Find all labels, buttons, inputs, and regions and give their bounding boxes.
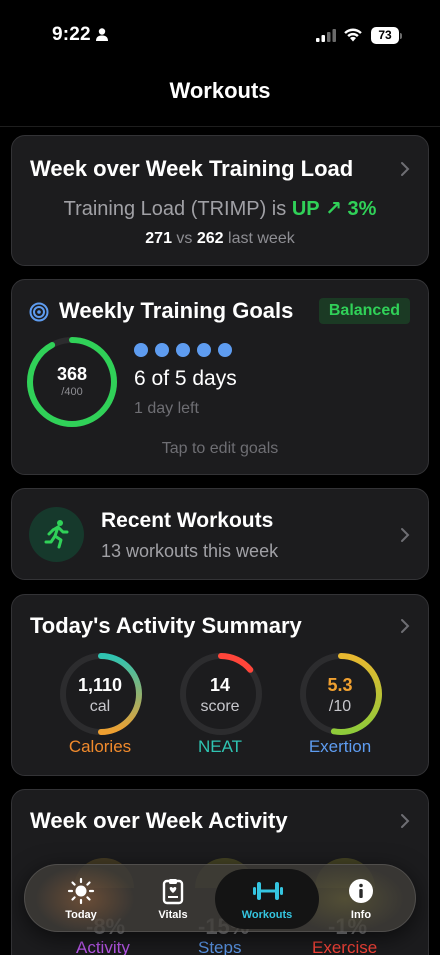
chevron-right-icon [401,619,410,633]
days-left: 1 day left [134,400,199,417]
training-load-compare: 271 vs 262 last week [12,230,428,248]
nav-divider [0,126,440,127]
tab-info[interactable]: Info [317,865,405,931]
tab-today[interactable]: Today [37,865,125,931]
wifi-icon [344,28,362,42]
trend-up-arrow-icon: ↗ [325,198,342,220]
goal-ring-value: 368 [56,364,88,384]
recent-workouts-title: Recent Workouts [101,509,274,532]
dumbbell-icon [253,882,283,900]
status-badge: Balanced [318,298,410,324]
tab-vitals-label: Vitals [158,909,188,921]
last-week-text: last week [228,230,295,247]
exertion-value: 5.3 [327,675,353,695]
steps-change-label: Steps [198,938,242,955]
weekly-goals-title: Weekly Training Goals [59,298,294,323]
target-icon [29,302,49,322]
training-load-summary: Training Load (TRIMP) is UP ↗ 3% [12,196,428,221]
chevron-right-icon [401,528,410,542]
goal-ring-total: /400 [61,386,83,398]
running-figure-icon [44,520,69,549]
tab-workouts[interactable]: Workouts [215,869,319,929]
battery-level: 73 [371,27,399,44]
tab-vitals[interactable]: Vitals [129,865,217,931]
goal-day-dot [176,343,190,357]
sun-icon [67,877,95,905]
goal-day-dot [197,343,211,357]
status-bar: 9:22 73 [0,0,440,62]
edit-goals-hint[interactable]: Tap to edit goals [12,440,428,458]
exertion-label: Exertion [308,737,372,756]
goal-day-dots [134,343,232,357]
recent-workouts-subtitle: 13 workouts this week [101,541,279,561]
neat-value: 14 [209,675,231,695]
previous-load: 262 [196,230,224,247]
neat-unit: score [200,698,240,715]
tab-info-label: Info [350,909,372,921]
calories-value: 1,110 [77,675,123,695]
tab-today-label: Today [65,909,97,921]
info-icon [349,879,373,903]
current-load: 271 [145,230,172,247]
goal-day-dot [218,343,232,357]
training-load-direction: UP [291,198,320,220]
training-load-card[interactable]: Week over Week Training Load Training Lo… [11,135,429,266]
activity-summary-title: Today's Activity Summary [30,613,302,638]
goal-day-dot [155,343,169,357]
person-icon [96,28,108,41]
battery-indicator: 73 [371,27,402,44]
goal-day-dot [134,343,148,357]
wow-activity-title: Week over Week Activity [30,808,288,833]
exertion-unit: /10 [328,698,352,715]
tab-bar: Today Vitals Workouts Info [24,864,416,932]
running-icon-badge [29,507,84,562]
neat-label: NEAT [197,737,243,756]
page-title: Workouts [169,78,271,103]
tab-workouts-label: Workouts [241,909,293,921]
days-count: 6 of 5 days [134,367,237,390]
clipboard-heart-icon [162,879,184,905]
chevron-right-icon [401,162,410,176]
exercise-change-label: Exercise [312,938,378,955]
training-load-change: 3% [347,198,377,220]
recent-workouts-card[interactable]: Recent Workouts 13 workouts this week [11,488,429,580]
calories-unit: cal [89,698,111,715]
cellular-signal-icon [316,29,336,42]
status-time: 9:22 [52,24,91,45]
training-load-prefix: Training Load (TRIMP) is [63,198,292,220]
training-load-title: Week over Week Training Load [30,156,354,181]
calories-label: Calories [68,737,132,756]
weekly-goals-card[interactable]: Weekly Training Goals Balanced 368 /400 … [11,279,429,475]
battery-cap [400,33,402,39]
activity-summary-card[interactable]: Today's Activity Summary 1,110 cal Calor… [11,594,429,776]
chevron-right-icon [401,814,410,828]
vs-text: vs [176,230,193,247]
activity-change-label: Activity [76,938,130,955]
